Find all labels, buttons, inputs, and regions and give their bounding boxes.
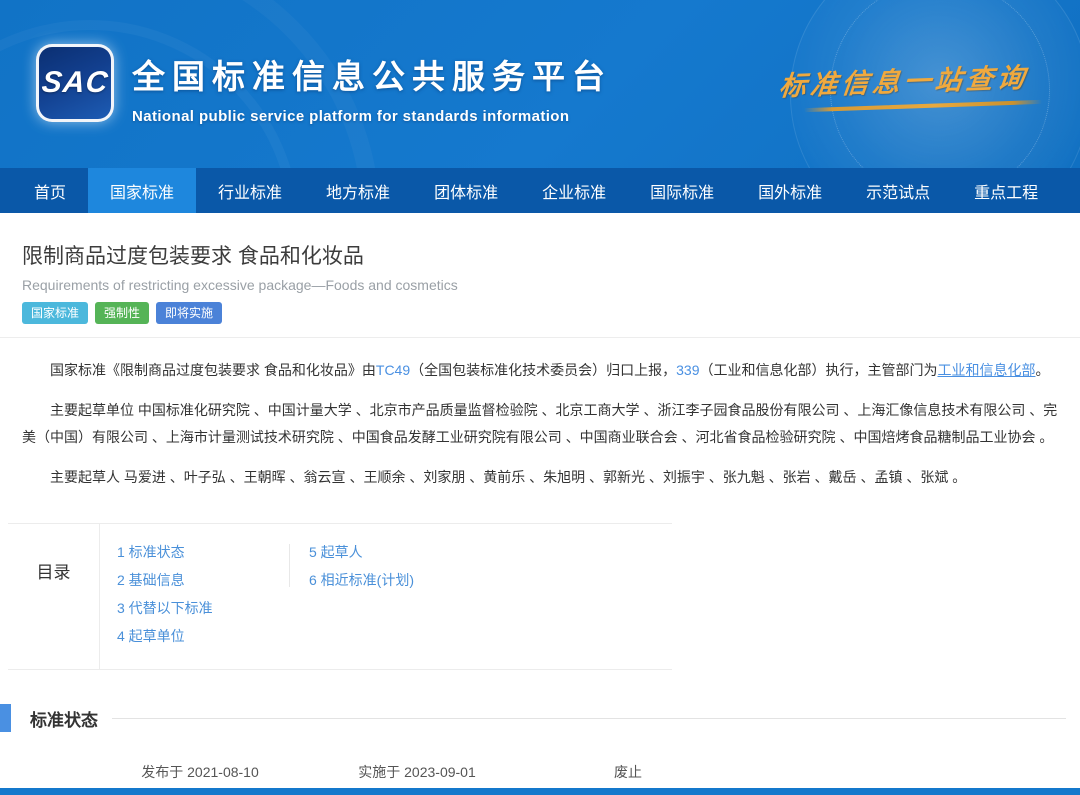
toc-link-drafters[interactable]: 5 起草人 bbox=[309, 544, 461, 559]
toc-label: 目录 bbox=[8, 524, 100, 669]
main-nav: 首页 国家标准 行业标准 地方标准 团体标准 企业标准 国际标准 国外标准 示范… bbox=[0, 168, 1080, 213]
nav-item-pilot-demo[interactable]: 示范试点 bbox=[844, 168, 952, 213]
p1-text-3: （工业和信息化部）执行，主管部门为 bbox=[699, 362, 937, 378]
site-title-block: 全国标准信息公共服务平台 National public service pla… bbox=[132, 50, 612, 125]
standard-summary: 国家标准《限制商品过度包装要求 食品和化妆品》由TC49（全国包装标准化技术委员… bbox=[0, 338, 1080, 491]
paragraph-drafters: 主要起草人 马爱进 、叶子弘 、王朝晖 、翁云宣 、王顺余 、刘家朋 、黄前乐 … bbox=[22, 464, 1060, 491]
timeline-label-implemented: 实施于 2023-09-01 bbox=[358, 762, 476, 782]
tc49-link[interactable]: TC49 bbox=[376, 362, 410, 378]
toc-link-standard-status[interactable]: 1 标准状态 bbox=[117, 544, 289, 559]
timeline-label-abolished: 废止 bbox=[614, 762, 642, 782]
section-heading-rule bbox=[112, 718, 1066, 719]
nav-item-enterprise-standards[interactable]: 企业标准 bbox=[520, 168, 628, 213]
nav-item-local-standards[interactable]: 地方标准 bbox=[304, 168, 412, 213]
tag-national-standard: 国家标准 bbox=[22, 302, 88, 324]
status-section-title: 标准状态 bbox=[30, 706, 98, 731]
nav-item-international-standards[interactable]: 国际标准 bbox=[628, 168, 736, 213]
p1-text-4: 。 bbox=[1035, 362, 1049, 378]
nav-item-technical-committees[interactable]: 技术委员会 bbox=[1060, 168, 1080, 213]
nav-item-industry-standards[interactable]: 行业标准 bbox=[196, 168, 304, 213]
toc-link-basic-info[interactable]: 2 基础信息 bbox=[117, 572, 289, 587]
nav-item-foreign-standards[interactable]: 国外标准 bbox=[736, 168, 844, 213]
sac-logo-text: SAC bbox=[40, 66, 110, 100]
toc-box: 目录 1 标准状态 2 基础信息 3 代替以下标准 4 起草单位 5 起草人 6… bbox=[8, 523, 672, 670]
site-subtitle: National public service platform for sta… bbox=[132, 108, 612, 125]
standard-title-english: Requirements of restricting excessive pa… bbox=[22, 277, 1058, 293]
toc-link-similar-standards[interactable]: 6 相近标准(计划) bbox=[309, 572, 461, 587]
footer-bar bbox=[0, 788, 1080, 795]
toc-column-1: 1 标准状态 2 基础信息 3 代替以下标准 4 起草单位 bbox=[117, 544, 289, 643]
standard-title: 限制商品过度包装要求 食品和化妆品 bbox=[22, 240, 1058, 270]
standard-tags: 国家标准 强制性 即将实施 bbox=[22, 302, 1058, 324]
sac-logo[interactable]: SAC bbox=[36, 44, 114, 122]
tag-upcoming-implementation: 即将实施 bbox=[156, 302, 222, 324]
toc-columns: 1 标准状态 2 基础信息 3 代替以下标准 4 起草单位 5 起草人 6 相近… bbox=[100, 524, 461, 669]
standard-head: 限制商品过度包装要求 食品和化妆品 Requirements of restri… bbox=[0, 213, 1080, 337]
toc-link-drafting-units[interactable]: 4 起草单位 bbox=[117, 628, 289, 643]
nav-item-national-standards[interactable]: 国家标准 bbox=[88, 168, 196, 213]
nav-item-home[interactable]: 首页 bbox=[12, 168, 88, 213]
tag-mandatory: 强制性 bbox=[95, 302, 149, 324]
site-title: 全国标准信息公共服务平台 bbox=[132, 50, 612, 98]
p1-text-1: 国家标准《限制商品过度包装要求 食品和化妆品》由 bbox=[50, 362, 376, 378]
nav-item-key-projects[interactable]: 重点工程 bbox=[952, 168, 1060, 213]
p1-text-2: （全国包装标准化技术委员会）归口上报， bbox=[410, 362, 676, 378]
site-header: SAC 全国标准信息公共服务平台 National public service… bbox=[0, 0, 1080, 168]
nav-item-group-standards[interactable]: 团体标准 bbox=[412, 168, 520, 213]
miit-link[interactable]: 工业和信息化部 bbox=[937, 362, 1035, 378]
status-section-heading: 标准状态 bbox=[0, 704, 1080, 732]
paragraph-drafting-units: 主要起草单位 中国标准化研究院 、中国计量大学 、北京市产品质量监督检验院 、北… bbox=[22, 397, 1060, 451]
toc-column-2: 5 起草人 6 相近标准(计划) bbox=[289, 544, 461, 587]
section-accent-bar bbox=[0, 704, 11, 732]
dept-code-link[interactable]: 339 bbox=[676, 362, 699, 378]
toc-link-replaced-standards[interactable]: 3 代替以下标准 bbox=[117, 600, 289, 615]
standard-detail-page: SAC 全国标准信息公共服务平台 National public service… bbox=[0, 0, 1080, 795]
paragraph-committee: 国家标准《限制商品过度包装要求 食品和化妆品》由TC49（全国包装标准化技术委员… bbox=[22, 357, 1060, 384]
timeline-label-published: 发布于 2021-08-10 bbox=[141, 762, 259, 782]
